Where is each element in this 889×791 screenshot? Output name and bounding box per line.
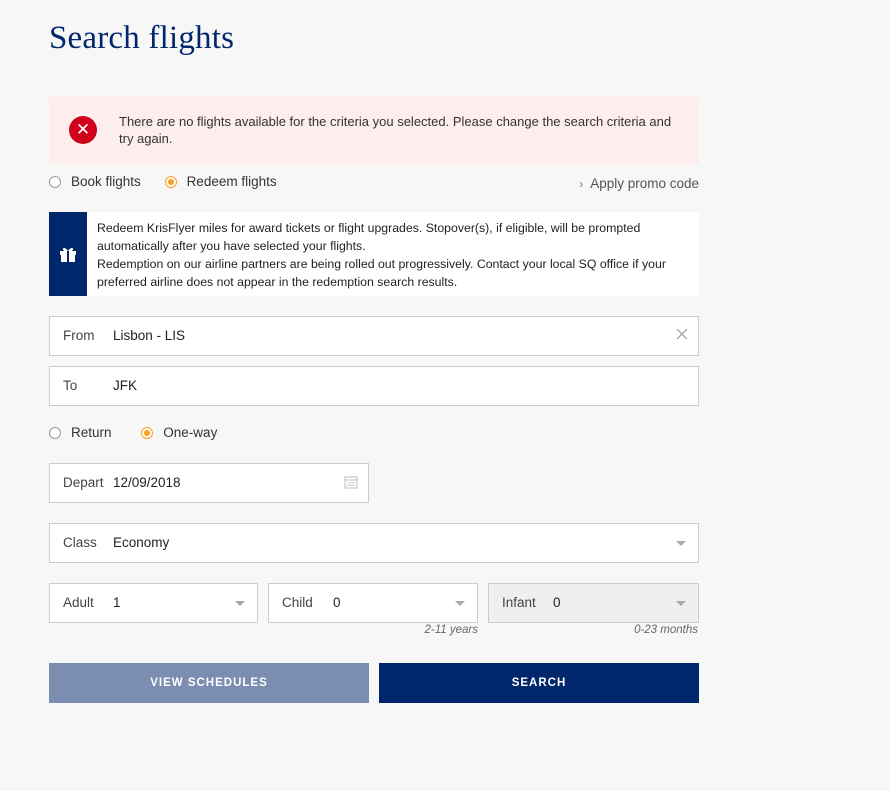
calendar-icon[interactable] bbox=[344, 475, 358, 489]
radio-checked-icon bbox=[164, 175, 177, 188]
child-label: Child bbox=[282, 595, 313, 610]
radio-unchecked-icon bbox=[49, 426, 61, 439]
class-value: Economy bbox=[113, 535, 170, 550]
chevron-down-icon bbox=[676, 541, 686, 546]
infant-select: Infant 0 bbox=[488, 583, 699, 623]
radio-unchecked-icon bbox=[49, 175, 61, 188]
from-label: From bbox=[63, 328, 95, 343]
infant-label: Infant bbox=[502, 595, 536, 610]
book-flights-radio[interactable]: Book flights bbox=[49, 174, 141, 189]
adult-select[interactable]: Adult 1 bbox=[49, 583, 258, 623]
child-value: 0 bbox=[333, 595, 341, 610]
to-value[interactable]: JFK bbox=[113, 378, 137, 393]
infant-age-hint: 0-23 months bbox=[634, 624, 698, 636]
infant-value: 0 bbox=[553, 595, 561, 610]
error-message: There are no flights available for the c… bbox=[119, 114, 672, 146]
to-field[interactable]: To JFK bbox=[49, 366, 699, 406]
chevron-right-icon: › bbox=[579, 177, 584, 191]
chevron-down-icon bbox=[676, 601, 686, 606]
depart-label: Depart bbox=[63, 475, 104, 490]
trip-type-radio-group: Return One-way bbox=[49, 425, 237, 445]
error-icon: ✕ bbox=[69, 116, 97, 144]
one-way-radio[interactable]: One-way bbox=[141, 425, 217, 440]
error-alert: ✕ There are no flights available for the… bbox=[49, 97, 699, 164]
book-flights-label: Book flights bbox=[71, 174, 141, 189]
from-value[interactable]: Lisbon - LIS bbox=[113, 328, 185, 343]
return-radio[interactable]: Return bbox=[49, 425, 112, 440]
promo-label: Apply promo code bbox=[590, 176, 699, 191]
view-schedules-button[interactable]: VIEW SCHEDULES bbox=[49, 663, 369, 703]
radio-checked-icon bbox=[141, 426, 154, 439]
adult-label: Adult bbox=[63, 595, 94, 610]
apply-promo-code-link[interactable]: › Apply promo code bbox=[579, 176, 699, 191]
mode-radio-group: Book flights Redeem flights bbox=[49, 174, 297, 194]
depart-date-field[interactable]: Depart 12/09/2018 bbox=[49, 463, 369, 503]
return-label: Return bbox=[71, 425, 112, 440]
chevron-down-icon bbox=[235, 601, 245, 606]
one-way-label: One-way bbox=[163, 425, 218, 440]
depart-value[interactable]: 12/09/2018 bbox=[113, 475, 181, 490]
redemption-info-box: Redeem KrisFlyer miles for award tickets… bbox=[49, 212, 699, 296]
class-select[interactable]: Class Economy bbox=[49, 523, 699, 563]
to-label: To bbox=[63, 378, 78, 393]
redeem-flights-label: Redeem flights bbox=[186, 174, 277, 189]
gift-icon bbox=[60, 247, 76, 262]
child-select[interactable]: Child 0 bbox=[268, 583, 478, 623]
page-title: Search flights bbox=[49, 20, 235, 56]
chevron-down-icon bbox=[455, 601, 465, 606]
child-age-hint: 2-11 years bbox=[424, 624, 478, 636]
close-icon[interactable] bbox=[674, 326, 690, 342]
adult-value: 1 bbox=[113, 595, 121, 610]
class-label: Class bbox=[63, 535, 97, 550]
info-text: Redeem KrisFlyer miles for award tickets… bbox=[97, 221, 666, 289]
redeem-flights-radio[interactable]: Redeem flights bbox=[164, 174, 277, 189]
from-field[interactable]: From Lisbon - LIS bbox=[49, 316, 699, 356]
info-side-bar bbox=[49, 212, 87, 296]
search-button[interactable]: SEARCH bbox=[379, 663, 699, 703]
